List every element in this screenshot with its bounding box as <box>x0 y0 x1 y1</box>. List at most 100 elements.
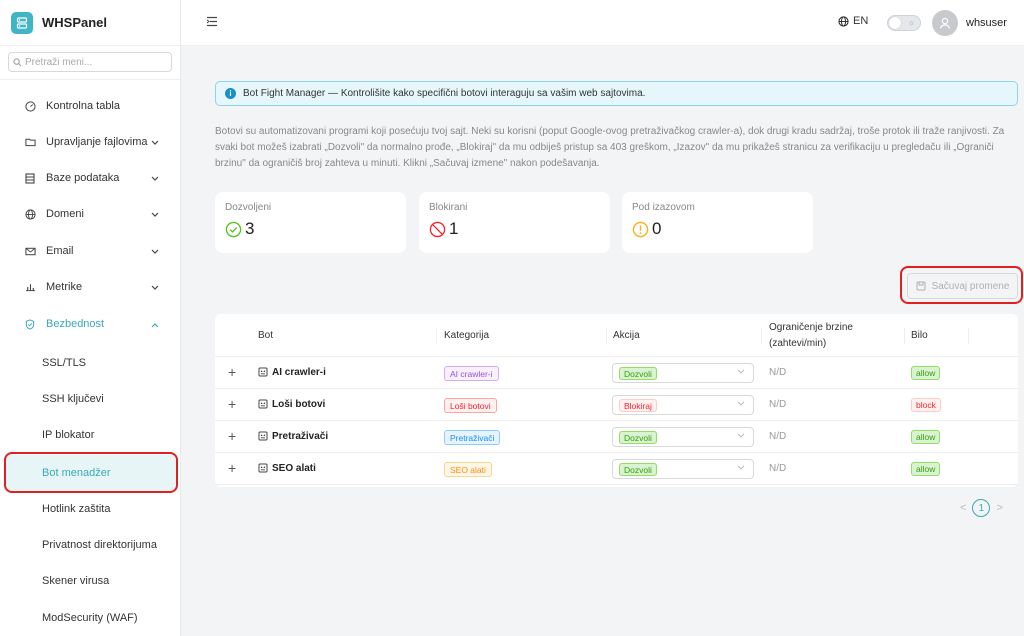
category-tag: AI crawler-i <box>444 366 499 381</box>
menu-search-box[interactable] <box>8 52 172 72</box>
sidebar-item-label: Kontrolna tabla <box>46 100 120 112</box>
chevron-down-icon <box>737 401 745 407</box>
col-bot: Bot <box>258 330 274 341</box>
sidebar-item-databases[interactable]: Baze podataka <box>0 160 181 196</box>
globe-icon <box>838 15 849 27</box>
expand-icon[interactable]: + <box>228 365 236 379</box>
category-tag: Loši botovi <box>444 398 497 413</box>
username[interactable]: whsuser <box>966 17 1007 29</box>
table-row: + Pretraživači Pretraživači Dozvoli N/D … <box>215 421 1018 453</box>
sidebar-item-domains[interactable]: Domeni <box>0 196 181 232</box>
avatar[interactable] <box>932 10 958 36</box>
rate-value: N/D <box>769 367 787 378</box>
chevron-down-icon <box>151 173 159 185</box>
stat-label: Pod izazovom <box>632 202 695 213</box>
warning-icon <box>632 221 649 238</box>
col-rate: Ograničenje brzine <box>769 322 853 333</box>
theme-toggle[interactable]: ☼ <box>887 15 921 31</box>
chevron-down-icon <box>151 137 159 149</box>
prev-page-icon[interactable]: < <box>960 502 966 514</box>
action-value: Dozvoli <box>619 431 657 444</box>
col-bilo: Bilo <box>911 330 928 341</box>
sidebar-item-dashboard[interactable]: Kontrolna tabla <box>0 88 181 124</box>
save-icon <box>916 281 926 291</box>
menu-collapse-icon[interactable] <box>206 16 218 30</box>
sidebar-item-security[interactable]: Bezbednost <box>0 306 181 342</box>
page-number[interactable]: 1 <box>972 499 991 517</box>
stat-label: Blokirani <box>429 202 468 213</box>
bilo-badge: block <box>911 398 941 412</box>
sidebar-sub-bot-manager[interactable]: Bot menadžer <box>6 455 176 491</box>
language-switcher[interactable]: EN <box>838 15 868 27</box>
globe-icon <box>24 208 36 220</box>
check-circle-icon <box>225 221 242 238</box>
col-category: Kategorija <box>444 330 490 341</box>
shield-icon <box>24 318 36 330</box>
sidebar-sub-virus-scanner[interactable]: Skener virusa <box>0 563 181 599</box>
robot-icon <box>258 399 268 409</box>
action-value: Dozvoli <box>619 463 657 476</box>
sidebar-sub-ssh-keys[interactable]: SSH ključevi <box>0 381 181 417</box>
action-select[interactable]: Dozvoli <box>612 363 754 383</box>
action-select[interactable]: Dozvoli <box>612 427 754 447</box>
stop-icon <box>429 221 446 238</box>
sidebar-sub-label: IP blokator <box>42 429 95 441</box>
sidebar-item-metrics[interactable]: Metrike <box>0 269 181 305</box>
dashboard-icon <box>24 100 36 112</box>
bot-name: Pretraživači <box>272 431 329 442</box>
sidebar: WHSPanel Kontrolna tabla Upravljanje faj… <box>0 0 181 636</box>
sidebar-sub-label: SSH ključevi <box>42 393 104 405</box>
action-select[interactable]: Dozvoli <box>612 459 754 479</box>
stat-card-allowed: Dozvoljeni 3 <box>215 192 406 253</box>
next-page-icon[interactable]: > <box>996 502 1002 514</box>
col-action: Akcija <box>613 330 640 341</box>
chevron-down-icon <box>151 209 159 221</box>
chevron-down-icon <box>737 433 745 439</box>
stat-value: 1 <box>449 219 459 238</box>
bots-table: Bot Kategorija Akcija Ograničenje brzine… <box>215 314 1018 487</box>
rate-value: N/D <box>769 399 787 410</box>
top-header: EN ☼ whsuser <box>181 0 1024 46</box>
sidebar-sub-ip-blocker[interactable]: IP blokator <box>0 417 181 453</box>
sidebar-item-files[interactable]: Upravljanje fajlovima <box>0 124 181 160</box>
robot-icon <box>258 431 268 441</box>
sidebar-sub-dir-privacy[interactable]: Privatnost direktorijuma <box>0 527 181 563</box>
brand[interactable]: WHSPanel <box>0 0 180 46</box>
robot-icon <box>258 463 268 473</box>
action-value: Dozvoli <box>619 367 657 380</box>
bilo-badge: allow <box>911 462 941 476</box>
sidebar-sub-ssl[interactable]: SSL/TLS <box>0 345 181 381</box>
col-divider <box>606 328 607 344</box>
expand-icon[interactable]: + <box>228 461 236 475</box>
sidebar-sub-hotlink[interactable]: Hotlink zaštita <box>0 491 181 527</box>
pagination: < 1 > <box>960 499 1003 517</box>
sidebar-item-label: Upravljanje fajlovima <box>46 136 148 148</box>
chevron-up-icon <box>151 319 159 331</box>
info-alert: i Bot Fight Manager — Kontrolišite kako … <box>215 81 1018 106</box>
col-divider <box>968 328 969 344</box>
sidebar-item-label: Baze podataka <box>46 172 120 184</box>
bot-name: SEO alati <box>272 463 316 474</box>
stat-label: Dozvoljeni <box>225 202 272 213</box>
expand-icon[interactable]: + <box>228 397 236 411</box>
sidebar-sub-label: Hotlink zaštita <box>42 503 111 515</box>
info-icon: i <box>225 88 236 99</box>
sidebar-sub-label: Skener virusa <box>42 575 110 587</box>
table-row: + AI crawler-i AI crawler-i Dozvoli N/D … <box>215 357 1018 389</box>
menu-search-input[interactable] <box>25 56 165 68</box>
col-divider <box>904 328 905 344</box>
menu-search <box>0 46 180 80</box>
stat-value: 3 <box>245 219 255 238</box>
expand-icon[interactable]: + <box>228 429 236 443</box>
chevron-down-icon <box>151 246 159 258</box>
chevron-down-icon <box>737 369 745 375</box>
sidebar-sub-label: Bot menadžer <box>42 467 111 479</box>
bilo-badge: allow <box>911 430 941 444</box>
sidebar-item-email[interactable]: Email <box>0 233 181 269</box>
save-changes-button[interactable]: Sačuvaj promene <box>907 273 1018 299</box>
sidebar-sub-modsecurity[interactable]: ModSecurity (WAF) <box>0 600 181 636</box>
bilo-badge: allow <box>911 366 941 380</box>
table-row: + Loši botovi Loši botovi Blokiraj N/D b… <box>215 389 1018 421</box>
action-select[interactable]: Blokiraj <box>612 395 754 415</box>
sun-icon: ☼ <box>907 18 915 27</box>
